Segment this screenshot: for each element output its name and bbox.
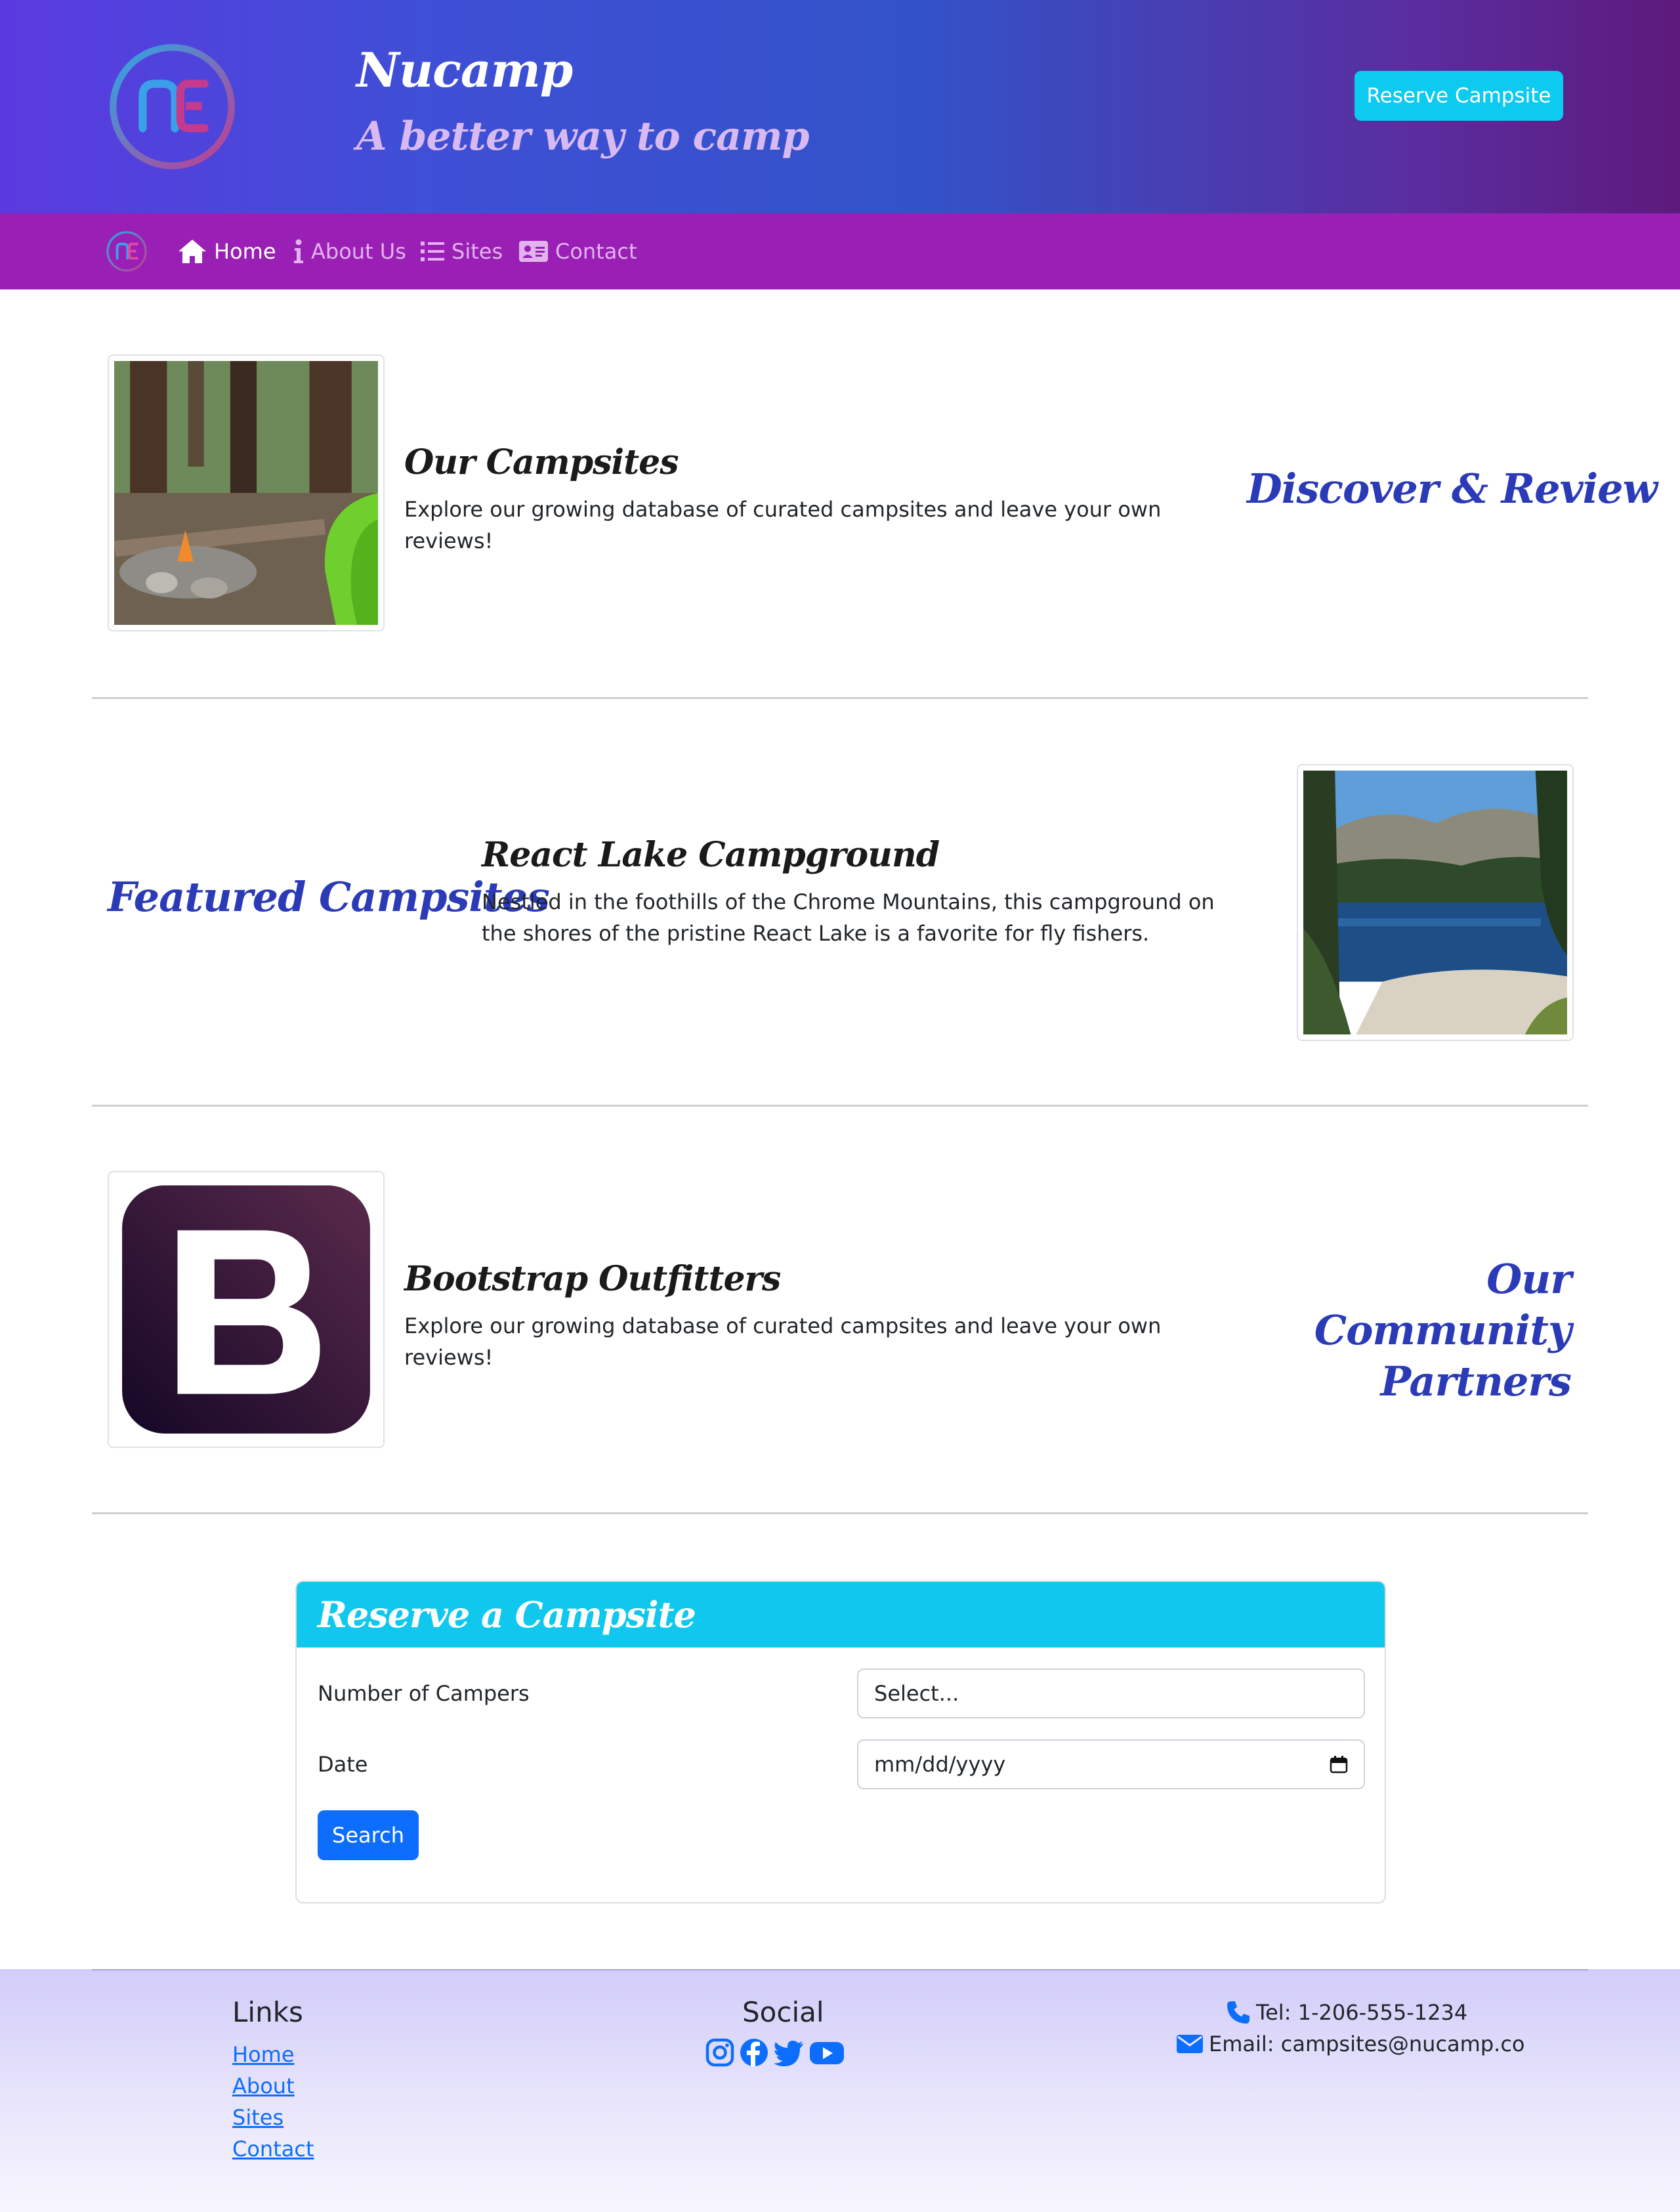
nav-item-contact[interactable]: Contact [518,233,637,270]
side-heading-community-partners: Our Community Partners [1314,1255,1572,1405]
footer-social-heading: Social [742,1996,824,2028]
side-heading-discover-review: Discover & Review [1247,465,1658,513]
nav-item-sites[interactable]: Sites [420,233,503,270]
twitter-icon[interactable] [773,2037,805,2068]
social-icons [705,2037,845,2068]
reserve-campsite-card: Reserve a Campsite Number of Campers Sel… [295,1581,1386,1904]
footer-link-contact[interactable]: Contact [232,2133,314,2165]
footer-link-home[interactable]: Home [232,2039,295,2070]
footer-tel-text: Tel: 1-206-555-1234 [1256,2000,1468,2025]
facebook-icon[interactable] [739,2037,769,2068]
navbar: Home About Us Sites Contact [0,213,1680,289]
nucamp-logo [110,44,235,169]
nucamp-logo-small[interactable] [105,230,148,273]
phone-icon [1227,2001,1250,2024]
footer-link-sites[interactable]: Sites [232,2102,284,2133]
header-jumbotron: Nucamp A better way to camp Reserve Camp… [0,0,1680,213]
nav-label-about: About Us [311,239,406,264]
react-lake-image [1297,764,1574,1041]
bootstrap-logo-image [108,1171,385,1448]
date-input-value: mm/dd/yyyy [874,1752,1006,1777]
section-title-our-campsites: Our Campsites [404,442,679,482]
reserve-campsite-button[interactable]: Reserve Campsite [1354,71,1563,121]
search-button[interactable]: Search [318,1810,419,1860]
footer-tel: Tel: 1-206-555-1234 [1226,1997,1467,2028]
instagram-icon[interactable] [705,2037,735,2068]
reserve-card-title: Reserve a Campsite [297,1582,1385,1648]
footer-divider [92,1969,1588,1970]
nav-label-home: Home [214,239,276,264]
nav-label-sites: Sites [452,239,503,264]
nav-item-home[interactable]: Home [177,233,276,270]
home-icon [178,240,206,263]
section-text-bootstrap-outfitters: Explore our growing database of curated … [404,1313,1162,1370]
campers-label: Number of Campers [318,1681,530,1706]
footer-links-heading: Links [232,1996,303,2028]
bootstrap-logo [122,1185,370,1434]
address-card-icon [519,241,548,262]
campsite-photo [114,361,378,625]
calendar-icon[interactable] [1330,1755,1348,1774]
section-title-react-lake: React Lake Campground [482,835,940,875]
envelope-icon [1177,2035,1203,2053]
campers-select-value: Select... [874,1681,959,1706]
section-text-react-lake: Nestled in the foothills of the Chrome M… [482,889,1215,946]
section-divider [92,1105,1588,1107]
nav-label-contact: Contact [555,239,637,264]
campers-select[interactable]: Select... [857,1669,1365,1718]
lake-photo [1303,771,1567,1034]
side-heading-featured-campsites: Featured Campsites [108,873,550,921]
section-divider [92,1512,1588,1514]
youtube-icon[interactable] [808,2037,845,2068]
footer-email: Email: campsites@nucamp.co [1176,2028,1524,2060]
section-title-bootstrap-outfitters: Bootstrap Outfitters [404,1259,781,1299]
brand-title: Nucamp [356,42,573,98]
section-text-our-campsites: Explore our growing database of curated … [404,497,1162,553]
nav-item-about[interactable]: About Us [293,233,406,270]
date-label: Date [318,1752,368,1777]
campsite-image [108,354,385,631]
list-icon [421,242,444,261]
footer-email-text: Email: campsites@nucamp.co [1209,2031,1525,2056]
date-input[interactable]: mm/dd/yyyy [857,1739,1365,1789]
brand-tagline: A better way to camp [356,114,809,160]
section-divider [92,697,1588,699]
info-icon [294,239,303,263]
footer-link-about[interactable]: About [232,2070,295,2102]
